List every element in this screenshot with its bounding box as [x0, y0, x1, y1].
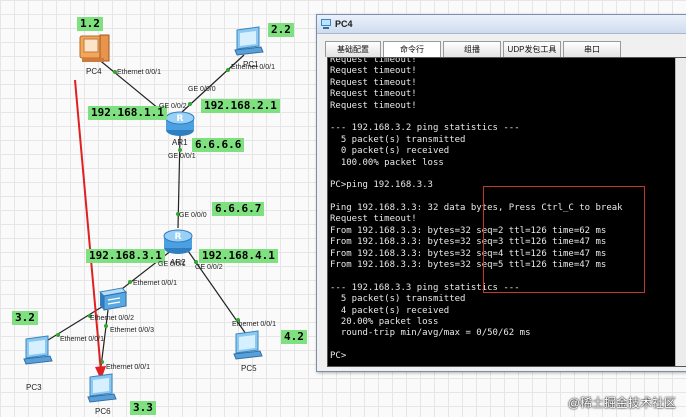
ar2-left-ip: 192.168.3.1	[86, 249, 165, 263]
tab-basic-config[interactable]: 基础配置	[325, 41, 381, 57]
pc4-device[interactable]	[78, 33, 112, 70]
ar2-router[interactable]: R	[162, 226, 194, 261]
pc6-port: Ethernet 0/0/1	[106, 364, 150, 371]
pc1-device[interactable]	[233, 26, 265, 61]
router-icon: R	[165, 111, 195, 136]
console-line: 100.00% packet loss	[330, 157, 444, 168]
window-tabs: 基础配置 命令行 组播 UDP发包工具 串口	[325, 41, 621, 58]
ar1-ge000-port: GE 0/0/0	[188, 86, 216, 93]
console-line: Request timeout!	[330, 57, 417, 65]
pc5-name: PC5	[241, 364, 257, 373]
console-line: PC>	[330, 351, 347, 362]
console-line: 0 packet(s) received	[330, 146, 450, 157]
lsw-switch[interactable]	[96, 286, 128, 317]
switch-icon	[98, 287, 128, 311]
console-scrollbar[interactable]	[675, 58, 686, 366]
watermark: @稀土掘金技术社区	[567, 396, 676, 410]
ar2-right-ip: 192.168.4.1	[199, 249, 278, 263]
tab-serial[interactable]: 串口	[563, 41, 621, 57]
pc1-port: Ethernet 0/0/1	[231, 64, 275, 71]
annotation-arrow	[74, 79, 102, 373]
ar2-ge002-port: GE 0/0/2	[195, 264, 223, 271]
ar2-link-ip: 6.6.6.7	[212, 202, 265, 216]
desktop-pc-icon	[23, 335, 53, 365]
ar1-link-ip: 6.6.6.6	[192, 138, 245, 152]
pc6-tag: 3.3	[130, 401, 156, 415]
pc4-tag: 1.2	[77, 17, 103, 31]
tab-udp-tool[interactable]: UDP发包工具	[503, 41, 561, 57]
ar1-name: AR1	[172, 138, 188, 147]
pc1-tag: 2.2	[268, 23, 294, 37]
tab-command-line[interactable]: 命令行	[383, 41, 441, 58]
desktop-pc-icon	[79, 34, 110, 62]
pc5-device[interactable]	[232, 330, 264, 365]
pc4-port: Ethernet 0/0/1	[117, 69, 161, 76]
pc5-tag: 4.2	[281, 330, 307, 344]
console-line: Request timeout!	[330, 66, 417, 77]
pc-icon	[321, 19, 331, 29]
ar2-ge000-port: GE 0/0/0	[179, 212, 207, 219]
console-line: Request timeout!	[330, 77, 417, 88]
ar2-ge001-port: GE 0/0/1	[158, 261, 186, 268]
svg-text:R: R	[177, 114, 184, 124]
pc6-device[interactable]	[86, 373, 118, 408]
ar1-ge002-ip: 192.168.1.1	[88, 106, 167, 120]
pc3-port: Ethernet 0/0/1	[60, 336, 104, 343]
ar1-ge002-port: GE 0/0/2	[159, 103, 187, 110]
sw-eth001-port: Ethernet 0/0/1	[133, 280, 177, 287]
console-line: Request timeout!	[330, 100, 417, 111]
pc5-port: Ethernet 0/0/1	[232, 321, 276, 328]
highlight-box	[483, 186, 645, 293]
window-titlebar[interactable]: PC4	[317, 15, 686, 34]
pc3-tag: 3.2	[12, 311, 38, 325]
ar1-ge001-port: GE 0/0/1	[168, 153, 196, 160]
desktop-pc-icon	[87, 373, 117, 403]
ar1-ge000-ip: 192.168.2.1	[201, 99, 280, 113]
pc6-name: PC6	[95, 407, 111, 416]
console-line: --- 192.168.3.2 ping statistics ---	[330, 123, 520, 134]
console-line: 5 packet(s) transmitted	[330, 134, 466, 145]
console-line: Request timeout!	[330, 89, 417, 100]
console-line: round-trip min/avg/max = 0/50/62 ms	[330, 328, 531, 339]
desktop-pc-icon	[233, 330, 263, 360]
console-line: 20.00% packet loss	[330, 316, 439, 327]
sw-eth002-port: Ethernet 0/0/2	[90, 315, 134, 322]
window-title: PC4	[335, 19, 353, 29]
tab-multicast[interactable]: 组播	[443, 41, 501, 57]
console-line: 5 packet(s) transmitted	[330, 294, 466, 305]
pc3-device[interactable]	[22, 335, 54, 370]
svg-text:R: R	[175, 232, 182, 242]
pc3-name: PC3	[26, 383, 42, 392]
pc4-name: PC4	[86, 67, 102, 76]
sw-eth003-port: Ethernet 0/0/3	[110, 327, 154, 334]
console-line: 4 packet(s) received	[330, 305, 450, 316]
desktop-pc-icon	[234, 26, 264, 56]
router-icon: R	[163, 229, 193, 254]
